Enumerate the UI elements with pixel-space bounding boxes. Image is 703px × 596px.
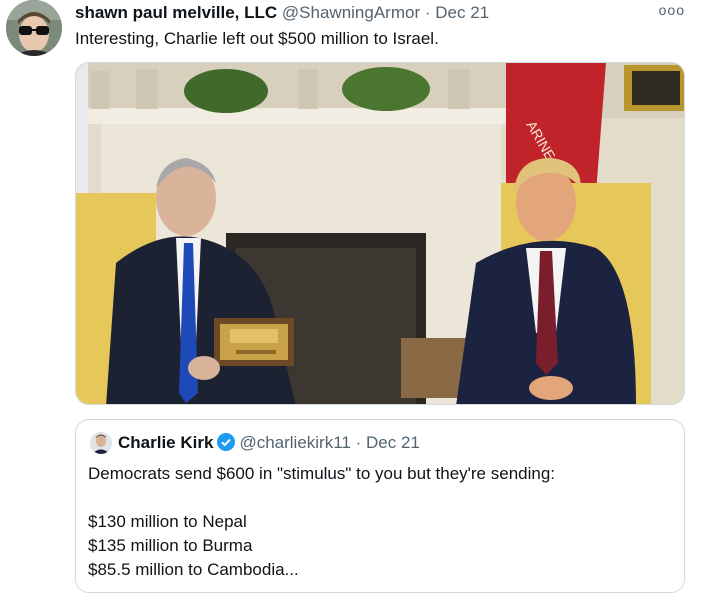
- quoted-author-handle[interactable]: @charliekirk11: [239, 433, 350, 452]
- quoted-line-burma: $135 million to Burma: [88, 536, 253, 555]
- quoted-tweet-header: Charlie Kirk @charliekirk11 · Dec 21: [118, 432, 420, 457]
- verified-badge-icon: [217, 433, 236, 457]
- quoted-tweet-text: Democrats send $600 in "stimulus" to you…: [88, 462, 674, 582]
- quoted-header-separator: ·: [355, 433, 362, 452]
- header-separator: ·: [424, 3, 431, 22]
- quoted-author-name[interactable]: Charlie Kirk: [118, 433, 213, 452]
- tweet-media-image[interactable]: ARINE: [75, 62, 685, 405]
- author-name[interactable]: shawn paul melville, LLC: [75, 3, 277, 22]
- quoted-line-cambodia: $85.5 million to Cambodia...: [88, 560, 299, 579]
- quoted-tweet-card[interactable]: Charlie Kirk @charliekirk11 · Dec 21 Demo…: [75, 419, 685, 593]
- author-avatar[interactable]: [6, 0, 62, 56]
- author-handle[interactable]: @ShawningArmor: [282, 3, 420, 22]
- quoted-tweet-date[interactable]: Dec 21: [366, 433, 420, 452]
- more-options-icon[interactable]: ooo: [659, 2, 685, 18]
- tweet-header: shawn paul melville, LLC @ShawningArmor …: [75, 2, 663, 24]
- quoted-author-avatar[interactable]: [90, 432, 112, 454]
- quoted-line-intro: Democrats send $600 in "stimulus" to you…: [88, 464, 556, 483]
- tweet-date[interactable]: Dec 21: [435, 3, 489, 22]
- tweet-text: Interesting, Charlie left out $500 milli…: [75, 29, 439, 48]
- quoted-line-nepal: $130 million to Nepal: [88, 512, 247, 531]
